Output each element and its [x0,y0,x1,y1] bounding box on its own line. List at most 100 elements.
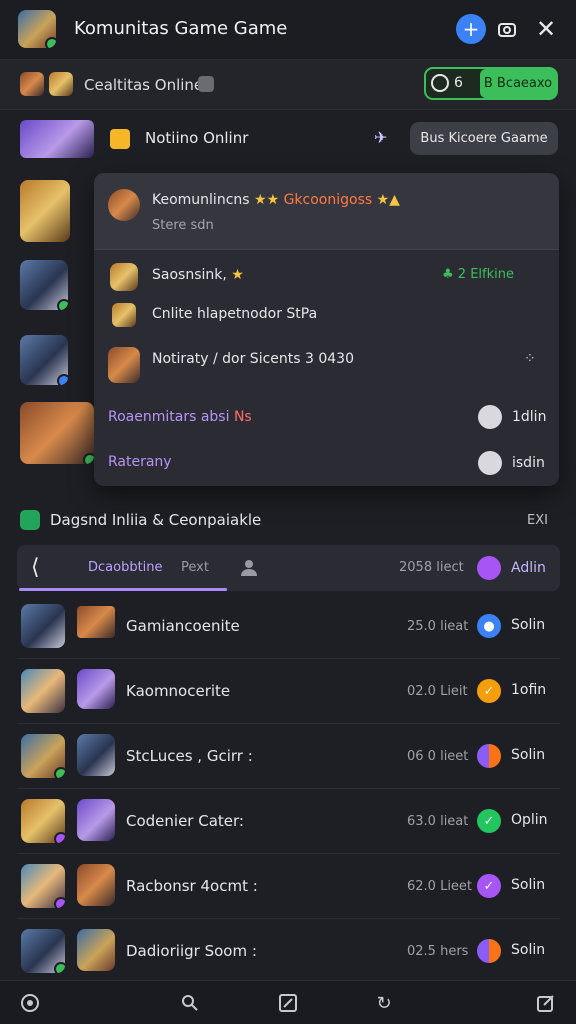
member-time: 63.0 lieat [407,814,469,829]
member-status[interactable]: 1ofin [511,682,546,698]
member-name: Gamiancoenite [126,617,240,635]
member-avatar[interactable] [20,402,94,464]
app-logo[interactable] [18,10,56,48]
member-count: 2058 liect [399,560,464,575]
list-item[interactable]: Racbonsr 4ocmt : 62.0 Lieet ✓ Solin [17,854,560,919]
game-icon [77,734,115,776]
back-icon[interactable]: ⟨ [31,555,40,580]
filter-icon[interactable] [477,556,501,580]
list-item[interactable]: StcLuces , Gcirr : 06 0 lieet Solin [17,724,560,789]
notifications-label: Notiino Onlinr [145,129,249,147]
online-dot [54,832,65,843]
panel-title: Keomunlincns [152,192,250,208]
member-avatar[interactable] [20,335,68,385]
panel-item-label: Saosnsink, ★ [152,267,244,283]
panel-title-accent: Gkcoonigoss [283,192,373,208]
edit-icon[interactable] [276,991,300,1015]
game-icon [77,606,115,638]
list-item[interactable]: Kaomnocerite 02.0 Lieit ✓ 1ofin [17,659,560,724]
action-icon[interactable] [478,451,502,475]
check-icon: ✓ [477,679,501,703]
section-title: Dagsnd Inliia & Ceonpaiakle [50,511,262,529]
member-status[interactable]: Solin [511,747,545,763]
list-item[interactable]: Gamiancoenite 25.0 lieat ● Solin [17,594,560,659]
tab-bar: ⟨ Dcaobbtine Pext 2058 liect Adlin [17,545,560,591]
check-icon: ✓ [477,809,501,833]
tab-action[interactable]: Adlin [511,560,546,576]
info-icon[interactable] [198,76,214,92]
more-icon[interactable]: ⁘ [524,351,536,367]
game-icon [77,669,115,709]
online-dot [54,962,65,973]
online-label: Cealtitas Online [84,76,204,94]
pie-icon [477,939,501,963]
tab-active[interactable]: Dcaobbtine [88,560,163,575]
app-header: Komunitas Game Game + ✕ [0,0,576,60]
banner-image [20,120,94,158]
member-avatar[interactable] [21,799,65,843]
status-count: 6 [454,75,463,91]
member-name: Dadioriigr Soom : [126,942,257,960]
member-time: 02.5 hers [407,944,469,959]
section-right-label[interactable]: EXI [527,513,548,528]
panel-title-row: Keomunlincns ★★ Gkcoonigoss ★▲ [152,192,400,208]
shield-icon [112,303,136,327]
member-name: StcLuces , Gcirr : [126,747,253,765]
bell-icon [110,129,130,149]
plus-icon[interactable]: + [456,14,486,44]
member-status[interactable]: Solin [511,877,545,893]
tab-second[interactable]: Pext [181,560,209,575]
member-avatar[interactable] [21,864,65,908]
member-avatar[interactable] [21,929,65,973]
member-time: 06 0 lieet [407,749,469,764]
star-icon: ★ [231,267,244,283]
panel-item-text: Saosnsink, [152,267,227,283]
camera-icon[interactable] [492,14,522,44]
check-icon: ✓ [477,874,501,898]
user-avatar[interactable] [108,189,140,221]
panel-item-right-text: 2 Elfkine [457,267,514,282]
member-status[interactable]: Oplin [511,812,548,828]
action-icon[interactable] [478,405,502,429]
join-button[interactable]: Bus Kicoere Gaame [410,122,558,155]
notification-panel: Keomunlincns ★★ Gkcoonigoss ★▲ Stere sdn… [94,173,559,486]
online-dot [54,767,65,778]
member-status[interactable]: Solin [511,617,545,633]
status-ring-icon [431,74,449,92]
list-item[interactable]: Codenier Cater: 63.0 lieat ✓ Oplin [17,789,560,854]
bottom-nav: ↻ [0,980,576,1024]
item-icon [108,347,140,383]
list-item[interactable]: Dadioriigr Soom : 02.5 hers Solin [17,919,560,984]
item-icon [110,263,138,291]
panel-item-extra: Ns [233,409,252,425]
person-icon[interactable] [239,557,259,577]
group-icon-b [49,72,73,96]
member-name: Codenier Cater: [126,812,244,830]
status-label: B Bcaeaxo [480,69,556,98]
panel-item-label: Notiraty / dor Sicents 3 0430 [152,351,354,367]
compose-icon[interactable] [534,991,558,1015]
member-avatar[interactable] [21,669,65,713]
search-icon[interactable] [178,991,202,1015]
member-avatar[interactable] [21,734,65,778]
online-dot [57,374,68,385]
home-icon[interactable] [18,991,42,1015]
share-icon[interactable]: ✈ [374,128,387,147]
member-avatar[interactable] [21,604,65,648]
member-avatar[interactable] [20,180,70,242]
panel-item-right[interactable]: 1dlin [512,409,546,425]
badge-icon: ♣ [442,267,458,282]
panel-subtitle: Stere sdn [152,218,214,233]
member-status[interactable]: Solin [511,942,545,958]
page-title: Komunitas Game Game [74,18,288,39]
status-icon: ● [477,614,501,638]
member-time: 62.0 Lieet [407,879,473,894]
refresh-icon[interactable]: ↻ [372,991,396,1015]
close-icon[interactable]: ✕ [531,14,561,44]
status-pill[interactable]: 6 B Bcaeaxo [424,67,558,100]
panel-item-right[interactable]: isdin [512,455,545,471]
member-avatar[interactable] [20,260,68,310]
member-name: Kaomnocerite [126,682,231,700]
chat-icon [20,510,40,530]
panel-item-label: Raterany [108,454,172,470]
